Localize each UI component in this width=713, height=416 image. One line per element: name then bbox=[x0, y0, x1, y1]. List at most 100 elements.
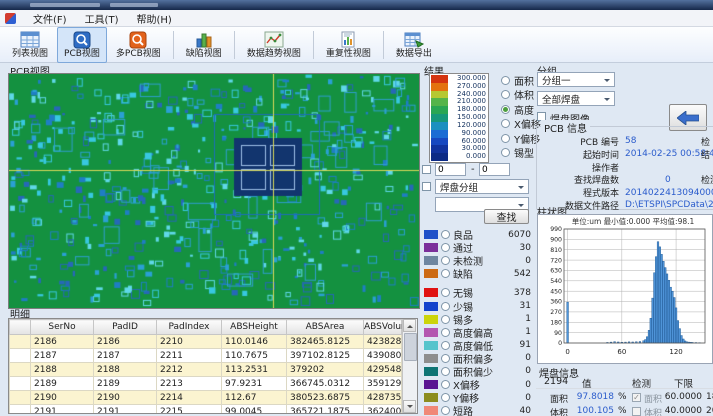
radio-icon[interactable] bbox=[441, 393, 450, 402]
toolbar-button-PCB视图[interactable]: PCB视图 bbox=[57, 27, 107, 63]
row-selector-cell[interactable] bbox=[10, 335, 31, 349]
metric-radio-Y偏移[interactable]: Y偏移 bbox=[501, 133, 541, 143]
legend-count: 0 bbox=[525, 256, 531, 266]
table-row[interactable]: 218821882212113.253137920242954880 bbox=[10, 363, 402, 377]
toolbar-button-重复性视图[interactable]: 重复性视图 bbox=[319, 27, 378, 63]
range-from-input[interactable] bbox=[435, 163, 466, 176]
radio-icon bbox=[501, 76, 510, 85]
table-row[interactable]: 219021902214112.67380523.687542873592 bbox=[10, 391, 402, 405]
metric-radio-面积[interactable]: 面积 bbox=[501, 75, 541, 85]
toolbar-button-数据趋势视图[interactable]: 数据趋势视图 bbox=[240, 27, 308, 63]
group-dropdown[interactable]: 分组一 bbox=[537, 72, 615, 87]
legend-item-少锡[interactable]: 少锡31 bbox=[424, 299, 531, 312]
radio-icon[interactable] bbox=[441, 315, 450, 324]
column-header-SerNo[interactable]: SerNo bbox=[31, 320, 94, 335]
range-to-input[interactable] bbox=[479, 163, 510, 176]
toolbar-button-数据导出[interactable]: 数据导出 bbox=[389, 27, 439, 63]
toolbar-button-label: 重复性视图 bbox=[326, 49, 371, 59]
scroll-down-icon[interactable] bbox=[403, 400, 416, 413]
metric-radio-X偏移[interactable]: X偏移 bbox=[501, 119, 541, 129]
menu-item-2[interactable]: 帮助(H) bbox=[127, 10, 180, 27]
row-selector-cell[interactable] bbox=[10, 363, 31, 377]
table-row[interactable]: 21892189221397.9231366745.031235912905 bbox=[10, 377, 402, 391]
legend-item-锡多[interactable]: 锡多1 bbox=[424, 313, 531, 326]
radio-icon bbox=[501, 148, 510, 157]
radio-icon[interactable] bbox=[441, 367, 450, 376]
radio-icon[interactable] bbox=[441, 341, 450, 350]
table-cell: 35912905 bbox=[364, 377, 402, 391]
radio-icon[interactable] bbox=[441, 288, 450, 297]
metric-radio-体积[interactable]: 体积 bbox=[501, 90, 541, 100]
legend-item-缺陷[interactable]: 缺陷542 bbox=[424, 267, 531, 280]
repeat-view-icon bbox=[337, 30, 359, 49]
legend-item-高度偏低[interactable]: 高度偏低91 bbox=[424, 339, 531, 352]
find-button[interactable]: 查找 bbox=[484, 209, 529, 224]
legend-item-Y偏移[interactable]: Y偏移0 bbox=[424, 391, 531, 404]
svg-text:450: 450 bbox=[550, 288, 562, 295]
radio-icon bbox=[501, 134, 510, 143]
svg-text:60: 60 bbox=[617, 348, 626, 356]
metric-radio-锡型[interactable]: 锡型 bbox=[501, 148, 541, 158]
radio-icon[interactable] bbox=[441, 243, 450, 252]
toolbar-button-label: 数据导出 bbox=[396, 49, 432, 59]
legend-item-面积偏多[interactable]: 面积偏多0 bbox=[424, 352, 531, 365]
toolbar-button-label: 多PCB视图 bbox=[116, 49, 161, 59]
legend-item-X偏移[interactable]: X偏移0 bbox=[424, 378, 531, 391]
toolbar-button-多PCB视图[interactable]: 多PCB视图 bbox=[109, 27, 168, 63]
table-row[interactable]: 218621862210110.0146382465.812542382800 bbox=[10, 335, 402, 349]
pad-group-dropdown[interactable]: 焊盘分组 bbox=[435, 179, 529, 194]
radio-icon[interactable] bbox=[441, 328, 450, 337]
legend-item-无锡[interactable]: 无锡378 bbox=[424, 286, 531, 299]
column-header-ABSArea[interactable]: ABSArea bbox=[287, 320, 364, 335]
menu-item-1[interactable]: 工具(T) bbox=[76, 10, 128, 27]
column-header-PadID[interactable]: PadID bbox=[94, 320, 157, 335]
row-selector-cell[interactable] bbox=[10, 405, 31, 414]
metric-radio-高度[interactable]: 高度 bbox=[501, 104, 541, 114]
legend-item-未检测[interactable]: 未检测0 bbox=[424, 254, 531, 267]
toolbar-button-列表视图[interactable]: 列表视图 bbox=[5, 27, 55, 63]
pcb-info-groupbox: PCB 信息 PCB 编号58检起始时间2014-02-25 00:58:46结… bbox=[536, 126, 713, 210]
scrollbar-thumb[interactable] bbox=[404, 333, 417, 361]
row-selector-cell[interactable] bbox=[10, 391, 31, 405]
scroll-up-icon[interactable] bbox=[403, 319, 416, 332]
table-cell: 42382800 bbox=[364, 335, 402, 349]
svg-text:990: 990 bbox=[550, 226, 562, 233]
toolbar-button-缺陷视图[interactable]: 缺陷视图 bbox=[179, 27, 229, 63]
pcb-board-view[interactable] bbox=[8, 73, 420, 309]
legend-color-swatch bbox=[424, 288, 438, 297]
column-header-ABSHeight[interactable]: ABSHeight bbox=[222, 320, 287, 335]
toolbar-separator bbox=[383, 31, 384, 59]
column-header-ABSVolume[interactable]: ABSVolume bbox=[364, 320, 402, 335]
table-row[interactable]: 21912191221599.0045365721.187536240048 bbox=[10, 405, 402, 414]
toolbar-separator bbox=[313, 31, 314, 59]
legend-color-swatch bbox=[424, 328, 438, 337]
pad-metric-checkbox[interactable]: ✓ bbox=[632, 393, 641, 402]
spi-viewer-window: 文件(F)工具(T)帮助(H) 列表视图PCB视图多PCB视图 缺陷视图数据趋势视… bbox=[0, 0, 713, 416]
range-filter-checkbox[interactable] bbox=[422, 165, 431, 174]
row-selector-cell[interactable] bbox=[10, 377, 31, 391]
radio-icon[interactable] bbox=[441, 269, 450, 278]
menu-item-0[interactable]: 文件(F) bbox=[24, 10, 76, 27]
legend-item-面积偏少[interactable]: 面积偏少0 bbox=[424, 365, 531, 378]
legend-item-通过[interactable]: 通过30 bbox=[424, 241, 531, 254]
radio-icon[interactable] bbox=[441, 380, 450, 389]
radio-icon[interactable] bbox=[441, 256, 450, 265]
radio-icon[interactable] bbox=[441, 406, 450, 415]
table-row[interactable]: 218721872211110.7675397102.812543908092 bbox=[10, 349, 402, 363]
table-cell: 365721.1875 bbox=[287, 405, 364, 414]
column-header-PadIndex[interactable]: PadIndex bbox=[157, 320, 222, 335]
legend-item-高度偏高[interactable]: 高度偏高1 bbox=[424, 326, 531, 339]
pad-metric-checkbox[interactable] bbox=[632, 407, 641, 416]
radio-icon[interactable] bbox=[441, 302, 450, 311]
pad-group-checkbox[interactable] bbox=[422, 182, 431, 191]
legend-item-良品[interactable]: 良品6070 bbox=[424, 228, 531, 241]
pcb-view-icon bbox=[71, 30, 93, 49]
row-selector-cell[interactable] bbox=[10, 349, 31, 363]
detail-table-scrollbar[interactable] bbox=[402, 319, 417, 413]
pad-select-dropdown[interactable]: 全部焊盘 bbox=[537, 91, 615, 106]
scale-color-band bbox=[431, 130, 448, 138]
radio-icon[interactable] bbox=[441, 354, 450, 363]
radio-icon[interactable] bbox=[441, 230, 450, 239]
pcb-info-row: 程式版本20140224130940000200 bbox=[539, 186, 713, 199]
legend-item-短路[interactable]: 短路40 bbox=[424, 404, 531, 416]
